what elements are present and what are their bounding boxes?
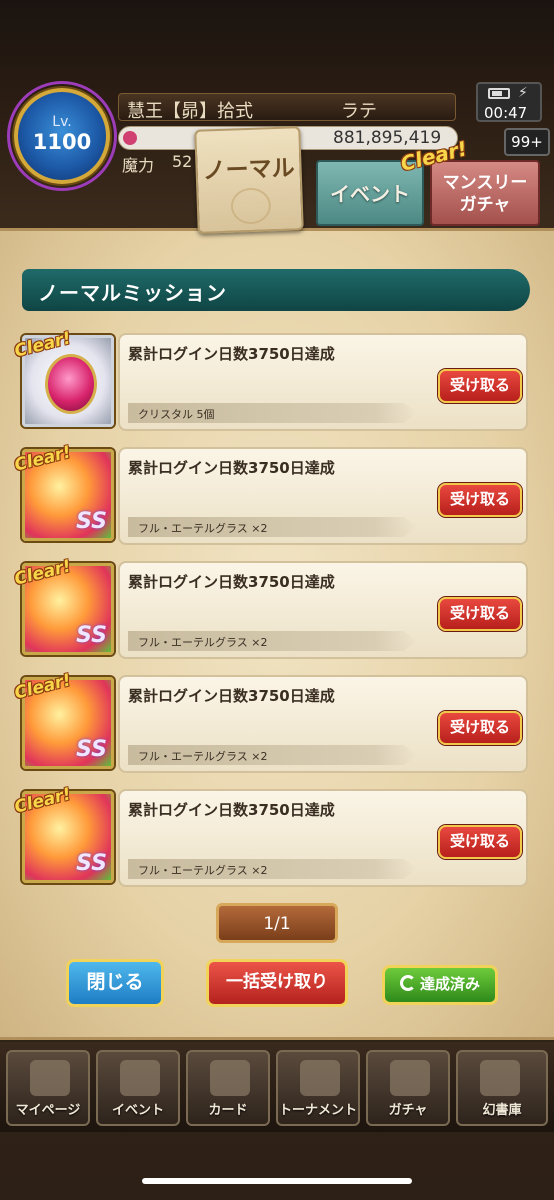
tab-monthly-sublabel: ガチャ xyxy=(459,195,511,215)
nav-label: トーナメント xyxy=(278,1103,357,1118)
nav-card[interactable]: カード xyxy=(186,1050,270,1126)
card-icon xyxy=(210,1060,250,1096)
mana-label: 魔力 xyxy=(122,156,155,175)
mission-panel: ノーマルミッション Clear! 累計ログイン日数3750日達成 受け取る クリ… xyxy=(0,228,554,1040)
nav-event[interactable]: イベント xyxy=(96,1050,180,1126)
bottom-nav: マイページ イベント カード トーナメント ガチャ 幻書庫 xyxy=(0,1042,554,1132)
event-icon xyxy=(120,1060,160,1096)
mission-item: Clear! 累計ログイン日数3750日達成 受け取る フル・エーテルグラス ×… xyxy=(12,670,530,777)
page-number: 1/1 xyxy=(263,914,291,934)
mission-title: 累計ログイン日数3750日達成 xyxy=(128,573,335,591)
claim-button[interactable]: 受け取る xyxy=(438,711,522,745)
reward-bar: クリスタル 5個 xyxy=(128,403,418,423)
mission-card: 累計ログイン日数3750日達成 受け取る フル・エーテルグラス ×2 xyxy=(118,789,528,887)
tab-monthly-gacha[interactable]: マンスリー ガチャ xyxy=(430,160,540,226)
clock-time: 00:47 xyxy=(484,104,528,122)
nav-label: カード xyxy=(208,1103,248,1118)
claim-button[interactable]: 受け取る xyxy=(438,483,522,517)
reward-text: フル・エーテルグラス ×2 xyxy=(138,750,268,763)
nav-label: ガチャ xyxy=(388,1103,428,1118)
mana-value: 52 xyxy=(172,152,193,171)
house-icon xyxy=(30,1060,70,1096)
mission-title: 累計ログイン日数3750日達成 xyxy=(128,801,335,819)
mission-title: 累計ログイン日数3750日達成 xyxy=(128,687,335,705)
gem-icon xyxy=(123,131,137,145)
mission-item: Clear! 累計ログイン日数3750日達成 受け取る フル・エーテルグラス ×… xyxy=(12,442,530,549)
nav-label: マイページ xyxy=(15,1103,81,1118)
reward-text: クリスタル 5個 xyxy=(138,408,215,421)
mission-card: 累計ログイン日数3750日達成 受け取る クリスタル 5個 xyxy=(118,333,528,431)
player-name-bar: 慧王【昴】拾式 ラテ xyxy=(118,93,456,122)
bolt-icon: ⚡ xyxy=(518,85,528,101)
reward-bar: フル・エーテルグラス ×2 xyxy=(128,631,418,651)
nav-library[interactable]: 幻書庫 xyxy=(456,1050,548,1126)
screen: Lv. 1100 慧王【昴】拾式 ラテ 114 881,895,419 魔力 5… xyxy=(0,0,554,1200)
nav-label: 幻書庫 xyxy=(482,1103,522,1118)
refresh-icon xyxy=(399,975,416,991)
mission-item: Clear! 累計ログイン日数3750日達成 受け取る フル・エーテルグラス ×… xyxy=(12,556,530,663)
ornament-icon xyxy=(230,187,272,225)
mana-bar: 魔力 52 xyxy=(118,152,198,175)
mission-item: Clear! 累計ログイン日数3750日達成 受け取る フル・エーテルグラス ×… xyxy=(12,784,530,891)
reward-bar: フル・エーテルグラス ×2 xyxy=(128,745,418,765)
level-badge[interactable]: Lv. 1100 xyxy=(14,88,110,184)
claim-button[interactable]: 受け取る xyxy=(438,597,522,631)
reward-bar: フル・エーテルグラス ×2 xyxy=(128,517,418,537)
mission-title: 累計ログイン日数3750日達成 xyxy=(128,345,335,363)
completed-toggle-button[interactable]: 達成済み xyxy=(382,965,498,1005)
claim-button[interactable]: 受け取る xyxy=(438,825,522,859)
close-button[interactable]: 閉じる xyxy=(66,959,164,1007)
reward-text: フル・エーテルグラス ×2 xyxy=(138,636,268,649)
player-name: 慧王【昴】拾式 xyxy=(127,101,253,122)
nav-tournament[interactable]: トーナメント xyxy=(276,1050,360,1126)
trophy-icon xyxy=(300,1060,340,1096)
bulk-claim-button[interactable]: 一括受け取り xyxy=(206,959,348,1007)
level-label: Lv. xyxy=(52,114,72,130)
nav-label: イベント xyxy=(111,1103,164,1118)
notification-badge[interactable]: 99+ xyxy=(504,128,550,156)
nav-gacha[interactable]: ガチャ xyxy=(366,1050,450,1126)
level-value: 1100 xyxy=(32,130,92,154)
claim-button[interactable]: 受け取る xyxy=(438,369,522,403)
completed-label: 達成済み xyxy=(419,975,480,993)
gacha-icon xyxy=(390,1060,430,1096)
battery-icon xyxy=(488,88,510,99)
reward-bar: フル・エーテルグラス ×2 xyxy=(128,859,418,879)
mission-card: 累計ログイン日数3750日達成 受け取る フル・エーテルグラス ×2 xyxy=(118,561,528,659)
tab-event-label: イベント xyxy=(330,182,410,206)
mission-title: 累計ログイン日数3750日達成 xyxy=(128,459,335,477)
tab-normal-label: ノーマル xyxy=(202,155,296,185)
player-rank: ラテ xyxy=(341,101,377,122)
reward-text: フル・エーテルグラス ×2 xyxy=(138,864,268,877)
panel-title-bar: ノーマルミッション xyxy=(22,269,530,311)
nav-mypage[interactable]: マイページ xyxy=(6,1050,90,1126)
home-indicator[interactable] xyxy=(142,1178,412,1184)
panel-title: ノーマルミッション xyxy=(38,281,227,305)
mission-card: 累計ログイン日数3750日達成 受け取る フル・エーテルグラス ×2 xyxy=(118,447,528,545)
mission-item: Clear! 累計ログイン日数3750日達成 受け取る クリスタル 5個 xyxy=(12,328,530,435)
status-clock: ⚡ 00:47 xyxy=(476,82,542,122)
mission-card: 累計ログイン日数3750日達成 受け取る フル・エーテルグラス ×2 xyxy=(118,675,528,773)
page-indicator[interactable]: 1/1 xyxy=(216,903,338,943)
tab-normal[interactable]: ノーマル xyxy=(194,126,304,234)
library-icon xyxy=(480,1060,520,1096)
reward-text: フル・エーテルグラス ×2 xyxy=(138,522,268,535)
